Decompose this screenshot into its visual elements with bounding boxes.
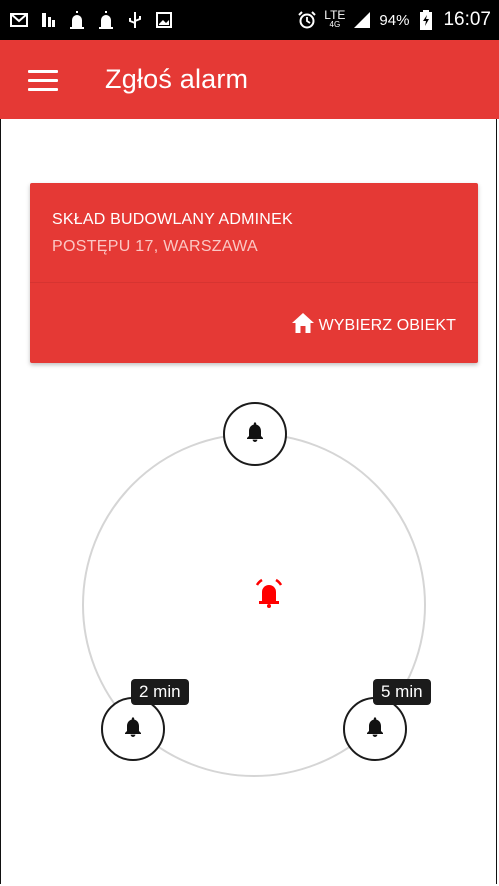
bell-icon — [243, 420, 267, 449]
alarm-node-top[interactable] — [223, 402, 287, 466]
alarm-node-right[interactable] — [343, 697, 407, 761]
bell-icon — [363, 715, 387, 744]
alarm-ringing-icon[interactable] — [252, 575, 286, 609]
alarm-node-left[interactable] — [101, 697, 165, 761]
delay-badge-left: 2 min — [131, 679, 189, 705]
bell-icon — [121, 715, 145, 744]
delay-badge-right: 5 min — [373, 679, 431, 705]
